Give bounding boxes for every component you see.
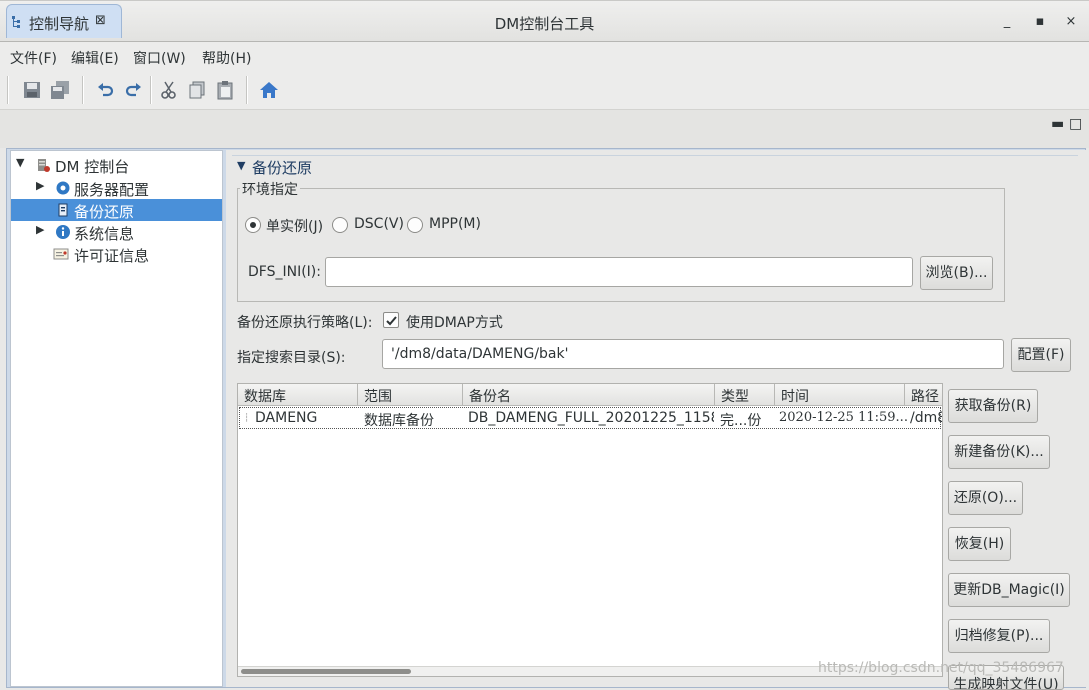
save-icon[interactable] bbox=[22, 80, 42, 100]
license-icon bbox=[53, 248, 69, 260]
check-icon bbox=[386, 316, 397, 326]
copy-icon[interactable] bbox=[187, 80, 207, 100]
tab-close-icon[interactable]: ⊠ bbox=[95, 13, 106, 28]
collapse-arrow-icon[interactable]: ▼ bbox=[237, 159, 245, 172]
cell-path: /dm8 bbox=[910, 410, 942, 426]
radio-dsc[interactable] bbox=[332, 217, 348, 233]
collapse-arrow-icon[interactable]: ▼ bbox=[16, 156, 24, 169]
restore-button[interactable]: 还原(O)... bbox=[948, 481, 1023, 515]
col-header-time[interactable]: 时间 bbox=[775, 384, 905, 405]
col-header-backup-name[interactable]: 备份名 bbox=[463, 384, 715, 405]
watermark: https://blog.csdn.net/qq_35486967 bbox=[818, 660, 1064, 676]
home-icon[interactable] bbox=[259, 80, 279, 100]
tree-item-server-config[interactable]: ▶ 服务器配置 bbox=[11, 177, 222, 199]
scrollbar-thumb[interactable] bbox=[241, 669, 411, 674]
tree-label: 系统信息 bbox=[74, 225, 135, 243]
cut-icon[interactable] bbox=[159, 80, 179, 100]
radio-single-instance[interactable] bbox=[245, 217, 261, 233]
menu-edit[interactable]: 编辑(E) bbox=[71, 48, 119, 68]
maximize-button[interactable]: ▪ bbox=[1029, 11, 1051, 33]
radio-mpp-label[interactable]: MPP(M) bbox=[429, 216, 481, 232]
col-header-scope[interactable]: 范围 bbox=[358, 384, 463, 405]
save-all-icon[interactable] bbox=[50, 80, 70, 100]
info-icon bbox=[56, 225, 70, 239]
close-button[interactable]: × bbox=[1060, 11, 1082, 33]
cell-database: DAMENG bbox=[255, 410, 318, 426]
search-dir-label: 指定搜索目录(S): bbox=[237, 350, 346, 366]
tab-label: 控制导航 bbox=[29, 15, 90, 33]
tree-icon bbox=[12, 16, 20, 28]
menu-window[interactable]: 窗口(W) bbox=[133, 48, 186, 68]
database-icon bbox=[38, 159, 50, 172]
toolbar-separator bbox=[150, 76, 152, 104]
tree-label: DM 控制台 bbox=[55, 158, 130, 176]
dfs-ini-label: DFS_INI(I): bbox=[248, 264, 321, 280]
toolbar-separator bbox=[82, 76, 84, 104]
radio-dsc-label[interactable]: DSC(V) bbox=[354, 216, 404, 232]
tree-label: 备份还原 bbox=[74, 203, 135, 221]
redo-icon[interactable] bbox=[123, 80, 143, 100]
col-header-type[interactable]: 类型 bbox=[715, 384, 775, 405]
dmap-checkbox[interactable] bbox=[383, 312, 399, 328]
env-group-title: 环境指定 bbox=[240, 179, 300, 199]
window-title: DM控制台工具 bbox=[494, 15, 595, 33]
tree-label: 服务器配置 bbox=[74, 181, 150, 199]
section-title: 备份还原 bbox=[252, 159, 313, 177]
minimize-button[interactable]: _ bbox=[996, 11, 1018, 33]
tree-label: 许可证信息 bbox=[74, 247, 150, 265]
menu-file[interactable]: 文件(F) bbox=[10, 48, 57, 68]
dfs-ini-input[interactable] bbox=[325, 257, 913, 287]
update-db-magic-button[interactable]: 更新DB_Magic(I) bbox=[948, 573, 1070, 607]
tab-control-nav[interactable]: 控制导航 ⊠ bbox=[6, 4, 122, 38]
nav-tree: ▼ DM 控制台 ▶ 服务器配置 备份还原 ▶ 系统信息 许可证信息 bbox=[10, 150, 223, 687]
expand-arrow-icon[interactable]: ▶ bbox=[36, 223, 44, 236]
tree-item-system-info[interactable]: ▶ 系统信息 bbox=[11, 221, 222, 243]
radio-mpp[interactable] bbox=[407, 217, 423, 233]
archive-repair-button[interactable]: 归档修复(P)... bbox=[948, 619, 1050, 653]
get-backup-button[interactable]: 获取备份(R) bbox=[948, 389, 1038, 423]
section-header[interactable]: ▼ 备份还原 bbox=[232, 155, 1078, 177]
menu-bar: 文件(F) 编辑(E) 窗口(W) 帮助(H) bbox=[0, 42, 1089, 70]
undo-icon[interactable] bbox=[96, 80, 116, 100]
paste-icon[interactable] bbox=[215, 80, 235, 100]
col-header-database[interactable]: 数据库 bbox=[238, 384, 358, 405]
tree-item-backup-restore[interactable]: 备份还原 bbox=[11, 199, 222, 221]
radio-single-instance-label[interactable]: 单实例(J) bbox=[266, 216, 323, 236]
toolbar-separator bbox=[246, 76, 248, 104]
tree-item-license-info[interactable]: 许可证信息 bbox=[11, 243, 222, 265]
view-maximize-icon[interactable]: □ bbox=[1069, 116, 1082, 132]
menu-help[interactable]: 帮助(H) bbox=[202, 48, 251, 68]
config-button[interactable]: 配置(F) bbox=[1011, 338, 1071, 372]
cell-scope: 数据库备份 bbox=[364, 413, 434, 429]
toolbar-separator bbox=[7, 76, 9, 104]
gear-icon bbox=[56, 181, 70, 195]
tree-line: ┆ bbox=[244, 413, 250, 423]
dmap-checkbox-label[interactable]: 使用DMAP方式 bbox=[406, 312, 503, 332]
recover-button[interactable]: 恢复(H) bbox=[948, 527, 1011, 561]
table-header: 数据库 范围 备份名 类型 时间 路径 bbox=[238, 384, 942, 406]
backup-icon bbox=[58, 203, 68, 217]
new-backup-button[interactable]: 新建备份(K)... bbox=[948, 435, 1050, 469]
tab-strip bbox=[0, 110, 1089, 148]
cell-backup-name: DB_DAMENG_FULL_20201225_1158.. bbox=[468, 410, 714, 426]
col-header-path[interactable]: 路径 bbox=[905, 384, 942, 405]
expand-arrow-icon[interactable]: ▶ bbox=[36, 179, 44, 192]
strategy-label: 备份还原执行策略(L): bbox=[237, 315, 373, 331]
table-row[interactable]: ┆ DAMENG 数据库备份 DB_DAMENG_FULL_20201225_1… bbox=[239, 407, 942, 429]
backup-table[interactable]: 数据库 范围 备份名 类型 时间 路径 ┆ DAMENG 数据库备份 DB_DA… bbox=[237, 383, 943, 677]
search-dir-input[interactable]: '/dm8/data/DAMENG/bak' bbox=[382, 339, 1004, 369]
tree-item-dm-console[interactable]: ▼ DM 控制台 bbox=[11, 154, 222, 176]
view-minimize-icon[interactable]: ▬ bbox=[1051, 116, 1064, 132]
toolbar bbox=[0, 70, 1089, 110]
cell-time: 2020-12-25 11:59... bbox=[779, 410, 907, 425]
cell-type: 完...份 bbox=[720, 413, 762, 429]
title-bar: DM控制台工具 _ ▪ × bbox=[0, 0, 1089, 42]
browse-button[interactable]: 浏览(B)... bbox=[920, 256, 993, 290]
